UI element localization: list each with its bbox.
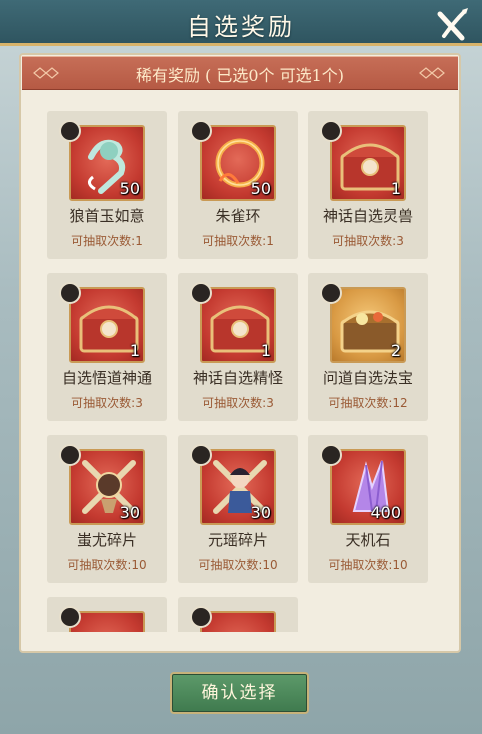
item-name: 狼首玉如意 <box>69 207 145 225</box>
select-radio[interactable] <box>59 120 81 142</box>
confirm-button[interactable]: 确认选择 <box>170 672 309 714</box>
item-quantity: 2 <box>390 341 401 360</box>
partial-item-icon <box>202 613 276 632</box>
select-radio[interactable] <box>190 444 212 466</box>
item-draw-count: 可抽取次数:3 <box>332 234 404 248</box>
diamond-ornament-icon <box>419 67 445 79</box>
reward-card[interactable] <box>178 597 298 632</box>
item-quantity: 1 <box>390 179 401 198</box>
item-icon-frame[interactable]: 2 <box>330 287 406 363</box>
partial-item-icon <box>71 613 145 632</box>
reward-card[interactable]: 30 元瑶碎片可抽取次数:10 <box>178 435 298 583</box>
reward-card[interactable]: 1 自选悟道神通可抽取次数:3 <box>47 273 167 421</box>
reward-card[interactable]: 50 狼首玉如意可抽取次数:1 <box>47 111 167 259</box>
item-draw-count: 可抽取次数:12 <box>328 396 408 410</box>
item-icon-frame[interactable]: 30 <box>200 449 276 525</box>
reward-card[interactable]: 2 问道自选法宝可抽取次数:12 <box>308 273 428 421</box>
select-radio[interactable] <box>320 120 342 142</box>
item-icon-frame[interactable]: 1 <box>69 287 145 363</box>
item-icon-frame[interactable]: 30 <box>69 449 145 525</box>
item-name: 问道自选法宝 <box>322 369 413 387</box>
item-icon-frame[interactable]: 50 <box>69 125 145 201</box>
reward-card[interactable]: 1 神话自选精怪可抽取次数:3 <box>178 273 298 421</box>
banner-title: 稀有奖励 ( 已选0个 可选1个) <box>135 66 345 85</box>
item-name: 蚩尤碎片 <box>76 531 137 549</box>
item-quantity: 50 <box>250 179 271 198</box>
item-icon-frame[interactable]: 1 <box>200 287 276 363</box>
item-draw-count: 可抽取次数:1 <box>71 234 143 248</box>
item-name: 朱雀环 <box>215 207 261 225</box>
rare-reward-banner: 稀有奖励 ( 已选0个 可选1个) <box>22 56 458 90</box>
select-radio[interactable] <box>320 444 342 466</box>
reward-card[interactable] <box>47 597 167 632</box>
page-title: 自选奖励 <box>187 13 295 41</box>
select-radio[interactable] <box>59 282 81 304</box>
reward-card[interactable]: 1 神话自选灵兽可抽取次数:3 <box>308 111 428 259</box>
item-draw-count: 可抽取次数:10 <box>328 558 408 572</box>
item-name: 神话自选灵兽 <box>322 207 413 225</box>
item-draw-count: 可抽取次数:3 <box>71 396 143 410</box>
item-icon-frame[interactable]: 1 <box>330 125 406 201</box>
reward-card[interactable]: 30 蚩尤碎片可抽取次数:10 <box>47 435 167 583</box>
item-name: 元瑶碎片 <box>207 531 268 549</box>
item-icon-frame[interactable]: 50 <box>200 125 276 201</box>
item-quantity: 1 <box>260 341 271 360</box>
select-radio[interactable] <box>59 606 81 628</box>
item-name: 自选悟道神通 <box>61 369 152 387</box>
select-radio[interactable] <box>190 120 212 142</box>
item-draw-count: 可抽取次数:10 <box>67 558 147 572</box>
reward-card[interactable]: 50 朱雀环可抽取次数:1 <box>178 111 298 259</box>
item-draw-count: 可抽取次数:3 <box>202 396 274 410</box>
item-name: 天机石 <box>345 531 391 549</box>
item-quantity: 30 <box>250 503 271 522</box>
item-draw-count: 可抽取次数:1 <box>202 234 274 248</box>
select-radio[interactable] <box>190 282 212 304</box>
close-icon <box>437 8 468 41</box>
select-radio[interactable] <box>190 606 212 628</box>
item-draw-count: 可抽取次数:10 <box>198 558 278 572</box>
item-quantity: 30 <box>119 503 140 522</box>
item-icon-frame[interactable]: 400 <box>330 449 406 525</box>
item-name: 神话自选精怪 <box>192 369 283 387</box>
reward-card[interactable]: 400 天机石可抽取次数:10 <box>308 435 428 583</box>
reward-grid[interactable]: 50 狼首玉如意可抽取次数:1 50 朱雀环可抽取次数:1 1 神话自选灵兽可抽取次数:3… <box>22 92 458 632</box>
item-quantity: 1 <box>129 341 140 360</box>
select-radio[interactable] <box>59 444 81 466</box>
select-radio[interactable] <box>320 282 342 304</box>
close-button[interactable] <box>432 4 472 44</box>
item-quantity: 50 <box>119 179 140 198</box>
item-quantity: 400 <box>370 503 401 522</box>
title-bar: 自选奖励 <box>0 0 482 46</box>
